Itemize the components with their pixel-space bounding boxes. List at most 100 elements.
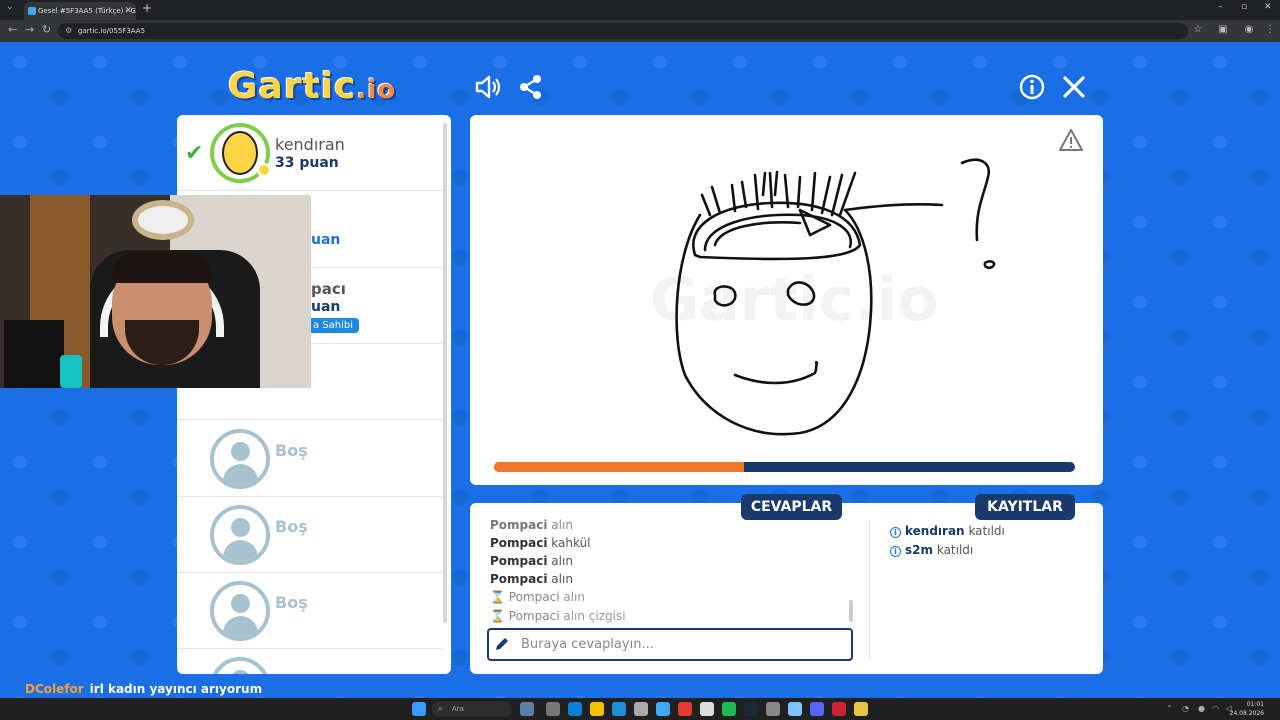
share-icon[interactable] xyxy=(517,73,545,101)
logo-suffix: .io xyxy=(356,75,397,105)
taskbar-clock[interactable]: 01:01 24.08.2026 xyxy=(1230,700,1264,718)
logo-text: Gartic xyxy=(228,66,357,107)
player-points: 33 puan xyxy=(275,155,339,171)
player-name: Boş xyxy=(275,593,308,612)
new-tab-icon[interactable]: + xyxy=(142,1,152,15)
gartic-logo: Gartic.io xyxy=(228,66,396,107)
empty-avatar-icon xyxy=(210,657,270,674)
player-name: Boş xyxy=(275,517,308,536)
store-icon[interactable] xyxy=(634,702,648,716)
players-scrollbar[interactable] xyxy=(443,123,447,623)
round-timer-bar xyxy=(494,462,1075,472)
app-icon[interactable] xyxy=(788,702,802,716)
answer-message-close: ⌛ Pompaci alın xyxy=(490,590,585,604)
tab-answers[interactable]: CEVAPLAR xyxy=(741,494,842,520)
player-name: Boş xyxy=(275,441,308,460)
room-owner-badge: a Sahibi xyxy=(307,318,360,333)
clock-date: 24.08.2026 xyxy=(1229,710,1264,717)
ticker-text: irl kadın yayıncı arıyorum xyxy=(89,682,263,696)
player-points: uan xyxy=(311,232,341,248)
log-entry: i kendıran katıldı xyxy=(890,524,1005,538)
obs-icon[interactable] xyxy=(700,702,714,716)
player-row-empty: Boş xyxy=(177,421,443,497)
guessed-check-icon: ✔ xyxy=(185,141,204,166)
window-close-icon[interactable]: ✕ xyxy=(1264,2,1272,12)
answer-message: Pompaci alın xyxy=(490,572,573,586)
status-dot xyxy=(257,163,271,177)
maximize-icon[interactable]: ▫ xyxy=(1241,2,1247,12)
exit-close-icon[interactable] xyxy=(1060,73,1088,101)
profile-icon[interactable]: ◉ xyxy=(1243,24,1255,36)
app-tray-icon[interactable]: ● xyxy=(1198,704,1205,713)
browser-app-icon[interactable] xyxy=(612,702,626,716)
task-view-icon[interactable] xyxy=(546,702,560,716)
tab-close-icon[interactable]: ✕ xyxy=(124,2,132,20)
chrome-icon[interactable] xyxy=(678,702,692,716)
tray-chevron-icon[interactable]: ⌃ xyxy=(1166,704,1173,713)
drawing: Gartic.io xyxy=(650,158,996,436)
url-field[interactable]: ⚙ gartic.io/055F3AA5 xyxy=(58,23,1188,39)
empty-avatar-icon xyxy=(210,429,270,489)
app-icon[interactable] xyxy=(656,702,670,716)
hourglass-icon: ⌛ xyxy=(490,609,505,623)
tab-title: Gesel #5F3AA5 (Türkçe) - Gartic xyxy=(38,7,136,15)
avatar-face xyxy=(222,131,258,175)
empty-avatar-icon xyxy=(210,581,270,641)
extensions-icon[interactable]: ▣ xyxy=(1217,24,1229,36)
taskbar-search[interactable]: ⌕ Ara xyxy=(432,701,512,717)
app-icon[interactable] xyxy=(766,702,780,716)
webcam-overlay xyxy=(0,195,311,388)
report-warning-icon[interactable] xyxy=(1058,128,1084,152)
site-info-icon[interactable]: ⚙ xyxy=(65,23,72,39)
favicon-icon xyxy=(28,7,36,15)
player-name: kendıran xyxy=(275,135,345,154)
log-entry: i s2m katıldı xyxy=(890,543,973,557)
clock-time: 01:01 xyxy=(1246,701,1264,708)
start-icon[interactable] xyxy=(412,702,426,716)
search-label: Ara xyxy=(452,705,464,713)
url-text: gartic.io/055F3AA5 xyxy=(78,27,146,35)
answer-message: Pompaci alın xyxy=(490,518,573,532)
browser-menu-icon[interactable]: ⋮ xyxy=(1264,24,1276,36)
network-icon[interactable]: ◔ xyxy=(1182,704,1189,713)
app-icon[interactable] xyxy=(832,702,846,716)
player-row-empty xyxy=(177,649,443,674)
answer-message: Pompaci alın xyxy=(490,554,573,568)
spotify-icon[interactable] xyxy=(722,702,736,716)
search-icon: ⌕ xyxy=(438,704,443,713)
sound-icon[interactable] xyxy=(474,73,502,101)
wifi-icon[interactable]: ◠ xyxy=(1212,704,1219,713)
info-icon: i xyxy=(890,527,901,538)
answer-message: Pompaci kahkül xyxy=(490,536,591,550)
reload-icon[interactable]: ↻ xyxy=(42,23,51,36)
tab-logs[interactable]: KAYITLAR xyxy=(975,494,1075,520)
info-icon[interactable] xyxy=(1018,73,1046,101)
forward-icon[interactable]: → xyxy=(25,23,34,36)
panel-divider xyxy=(869,520,870,660)
watermark-logo: Gartic.io xyxy=(650,265,939,335)
steam-icon[interactable] xyxy=(744,702,758,716)
drawing-canvas[interactable]: Gartic.io xyxy=(470,115,1103,485)
answers-scrollbar[interactable] xyxy=(849,600,853,622)
hourglass-icon: ⌛ xyxy=(490,590,505,604)
edge-icon[interactable] xyxy=(568,702,582,716)
tab-menu-icon[interactable]: ⌄ xyxy=(6,2,14,12)
player-row-empty: Boş xyxy=(177,497,443,573)
pencil-icon xyxy=(496,638,508,650)
discord-icon[interactable] xyxy=(810,702,824,716)
taskbar: ⌕ Ara ⌃ ◔ ● ◠ ◁ 01:01 24.08.2026 xyxy=(0,698,1280,720)
minimize-icon[interactable]: – xyxy=(1218,2,1223,12)
widget-icon[interactable] xyxy=(520,702,534,716)
player-points: uan xyxy=(311,299,341,315)
player-row[interactable]: ✔ kendıran 33 puan xyxy=(177,115,443,191)
bookmark-star-icon[interactable]: ☆ xyxy=(1192,24,1204,36)
player-name: pacı xyxy=(311,280,346,298)
answer-input[interactable] xyxy=(487,628,853,661)
browser-tabbar: ⌄ Gesel #5F3AA5 (Türkçe) - Gartic ✕ + – … xyxy=(0,0,1280,20)
stream-chat-ticker: DColefor irl kadın yayıncı arıyorum xyxy=(25,682,262,696)
empty-avatar-icon xyxy=(210,505,270,565)
browser-tab[interactable]: Gesel #5F3AA5 (Türkçe) - Gartic ✕ xyxy=(24,2,136,20)
app-icon[interactable] xyxy=(854,702,868,716)
file-explorer-icon[interactable] xyxy=(590,702,604,716)
back-icon[interactable]: ← xyxy=(8,23,17,36)
